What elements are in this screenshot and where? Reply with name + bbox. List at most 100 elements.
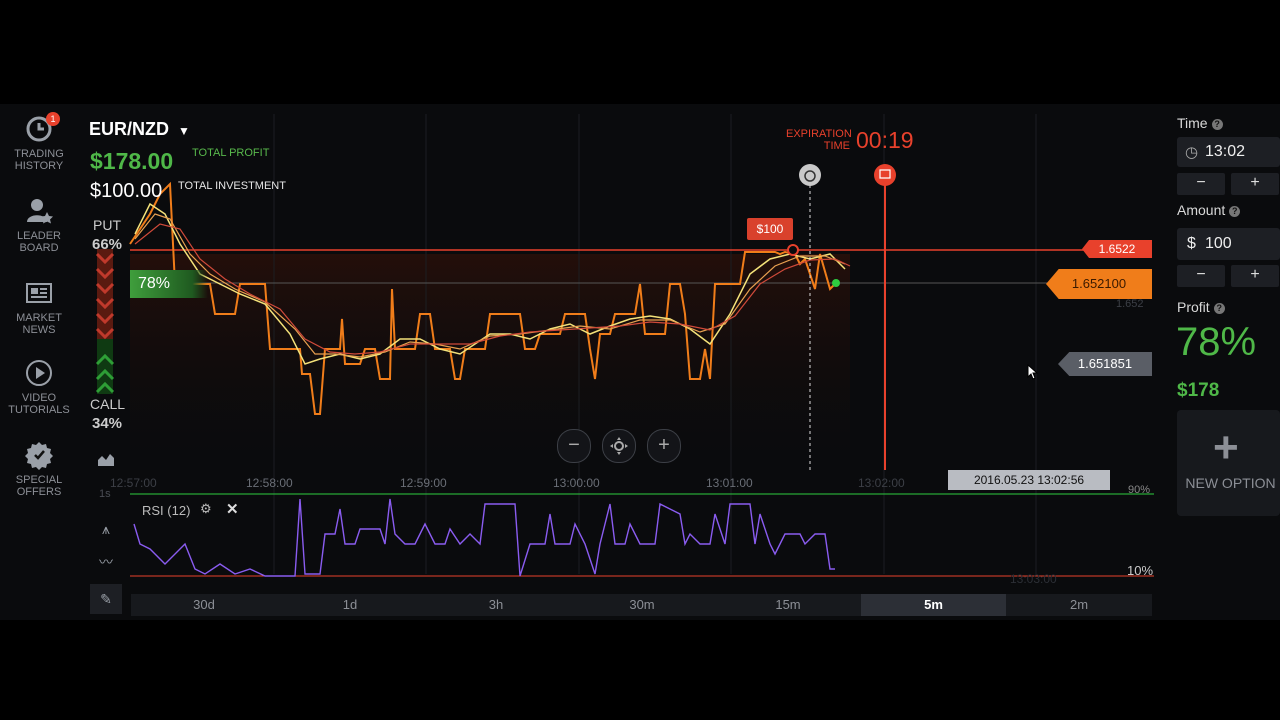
chevron-down-icon: ▼ [178, 124, 190, 138]
rsi-series-line [133, 498, 835, 577]
area-chart-icon [98, 454, 114, 466]
left-nav: 1 TRADING HISTORY LEADER BOARD MARKET NE… [0, 104, 78, 524]
amount-increase-button[interactable]: + [1231, 265, 1279, 287]
plus-icon: + [1213, 423, 1239, 472]
put-label: PUT [93, 217, 121, 233]
time-value: 13:02 [1205, 143, 1246, 160]
new-option-button[interactable]: + NEW OPTION [1177, 410, 1280, 516]
total-profit-label: TOTAL PROFIT [192, 147, 270, 159]
total-investment-value: $100.00 [90, 180, 163, 202]
rsi-label: RSI (12) [142, 503, 191, 518]
time-tick: 13:01:00 [706, 476, 753, 490]
timeframe-30d[interactable]: 30d [131, 594, 277, 616]
video-tutorials-icon [26, 360, 52, 386]
current-price-tag: 1.652100 [1046, 269, 1152, 299]
mouse-cursor-icon [1027, 364, 1039, 380]
timeframe-3h[interactable]: 3h [423, 594, 569, 616]
price-chart[interactable] [90, 104, 1156, 594]
deal-point-marker [787, 244, 799, 256]
total-profit-value: $178.00 [90, 148, 174, 174]
amount-value: 100 [1205, 235, 1232, 252]
plus-icon: + [658, 434, 670, 456]
profit-label: Profit? [1177, 299, 1225, 315]
chart-type-button[interactable] [90, 446, 122, 476]
time-tick: 12:58:00 [246, 476, 293, 490]
profit-amount: $178 [1177, 380, 1220, 401]
amount-currency: $ [1187, 235, 1196, 252]
time-decrease-button[interactable]: − [1177, 173, 1225, 195]
special-offers-icon [25, 442, 53, 470]
time-increase-button[interactable]: + [1231, 173, 1279, 195]
profit-label-text: Profit [1177, 299, 1210, 315]
recenter-button[interactable] [602, 429, 636, 463]
asset-selector[interactable]: EUR/NZD ▼ [89, 119, 190, 140]
amount-field[interactable]: $ 100 [1177, 228, 1280, 260]
timeframe-15m[interactable]: 15m [715, 594, 861, 616]
time-tick: 12:57:00 [110, 476, 157, 490]
call-percentage: 34% [92, 415, 123, 432]
time-field[interactable]: ◷ 13:02 [1177, 137, 1280, 167]
faint-price-label: 1.652 [1116, 298, 1144, 310]
cursor-time-label: 2016.05.23 13:02:56 [948, 470, 1110, 490]
indicators-icon: ⩚ [102, 521, 110, 537]
asset-pair: EUR/NZD [89, 119, 169, 139]
nav-label: SPECIAL OFFERS [15, 474, 63, 498]
timeframe-2m[interactable]: 2m [1006, 594, 1152, 616]
amount-label-text: Amount [1177, 202, 1226, 218]
current-price-dot [832, 279, 840, 287]
nav-market-news[interactable]: MARKET NEWS [0, 278, 78, 336]
help-icon[interactable]: ? [1229, 205, 1241, 217]
help-icon[interactable]: ? [1211, 118, 1223, 130]
rsi-settings-icon[interactable]: ⚙ [200, 501, 212, 517]
help-icon[interactable]: ? [1213, 302, 1225, 314]
rsi-close-icon[interactable]: ✕ [226, 500, 239, 518]
payout-badge: 78% [130, 270, 208, 298]
rsi-lower-level: 10% [1127, 563, 1154, 578]
notification-badge: 1 [46, 112, 60, 126]
time-tick: 12:59:00 [400, 476, 447, 490]
investment-tag: $100 [747, 218, 793, 240]
sentiment-bar [95, 249, 115, 394]
profit-percentage: 78% [1176, 320, 1257, 364]
candle-interval-button[interactable]: 1s [99, 488, 111, 500]
nav-label: TRADING HISTORY [14, 148, 64, 172]
expiration-countdown: 00:19 [856, 127, 914, 153]
expiration-label-line2: TIME [823, 140, 850, 152]
clock-icon: ◷ [1185, 144, 1199, 161]
pencil-icon: ✎ [100, 591, 112, 607]
time-label-text: Time [1177, 115, 1208, 131]
open-price-tag: 1.6522 [1082, 240, 1152, 258]
amount-decrease-button[interactable]: − [1177, 265, 1225, 287]
cursor-price-tag: 1.651851 [1058, 352, 1152, 376]
total-investment-label: TOTAL INVESTMENT [178, 180, 286, 192]
nav-special-offers[interactable]: SPECIAL OFFERS [0, 440, 78, 498]
expiration-label-line1: EXPIRATION [786, 128, 852, 140]
time-tick: 13:02:00 [858, 476, 905, 490]
indicators-button[interactable]: ⩚ [90, 514, 122, 544]
draw-tool-button[interactable]: ✎ [90, 584, 122, 614]
amount-label: Amount? [1177, 202, 1241, 218]
new-option-label: NEW OPTION [1185, 475, 1276, 491]
zoom-out-button[interactable]: − [557, 429, 591, 463]
market-news-icon [26, 283, 52, 303]
rsi-upper-level: 90% [1128, 484, 1151, 496]
nav-label: VIDEO TUTORIALS [8, 392, 70, 416]
stopwatch-icon[interactable] [799, 164, 821, 186]
nav-label: MARKET NEWS [16, 312, 62, 336]
nav-trading-history[interactable]: 1 TRADING HISTORY [0, 112, 78, 172]
timeframe-30m[interactable]: 30m [569, 594, 715, 616]
minus-icon: − [568, 434, 580, 456]
zoom-in-button[interactable]: + [647, 429, 681, 463]
finish-flag-icon[interactable] [874, 164, 896, 186]
timeframe-1d[interactable]: 1d [277, 594, 423, 616]
expiration-label: EXPIRATION TIME [786, 128, 852, 152]
put-percentage: 66% [92, 236, 123, 253]
timeframe-5m[interactable]: 5m [861, 594, 1006, 616]
trend-icon: 〰 [99, 554, 113, 570]
time-tick: 13:03:00 [1010, 572, 1057, 586]
crosshair-icon [610, 437, 628, 455]
nav-video-tutorials[interactable]: VIDEO TUTORIALS [0, 358, 78, 416]
nav-leader-board[interactable]: LEADER BOARD [0, 196, 78, 254]
graph-tools-button[interactable]: 〰 [90, 547, 122, 577]
call-label: CALL [90, 396, 126, 412]
